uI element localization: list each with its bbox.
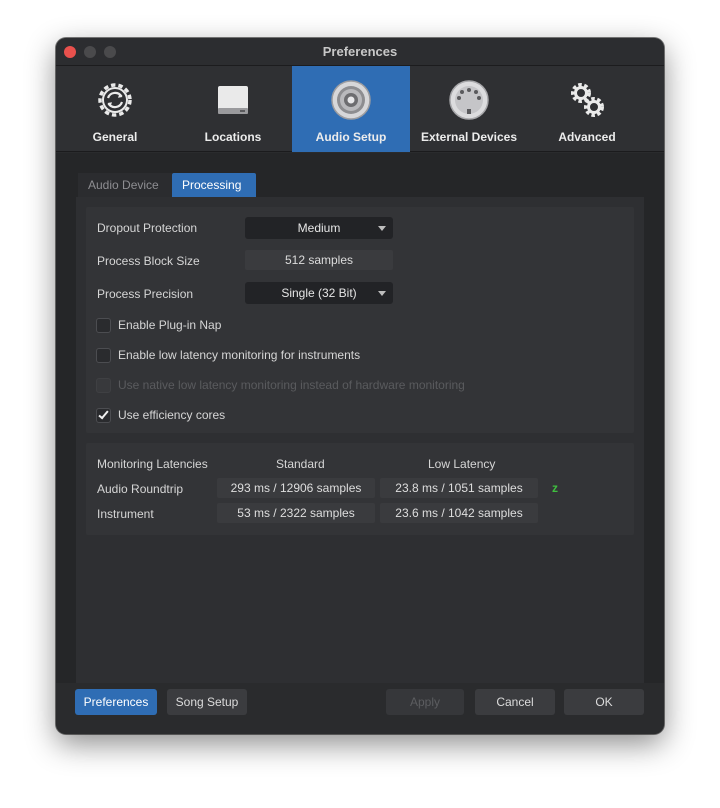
apply-button: Apply — [386, 689, 464, 715]
process-precision-value: Single (32 Bit) — [281, 286, 357, 300]
audio-setup-content: Audio Device Processing Dropout Protecti… — [56, 153, 664, 683]
speaker-icon — [331, 80, 371, 120]
native-low-latency-label: Use native low latency monitoring instea… — [118, 378, 465, 392]
checkbox-box[interactable] — [96, 408, 111, 423]
gears-icon — [571, 83, 604, 117]
preferences-button[interactable]: Preferences — [75, 689, 157, 715]
audio-roundtrip-low: 23.8 ms / 1051 samples — [380, 478, 538, 498]
processing-panel: Dropout Protection Medium Process Block … — [76, 197, 644, 683]
chevron-down-icon — [378, 291, 386, 296]
checkbox-box — [96, 378, 111, 393]
toolbar-label-advanced: Advanced — [558, 130, 616, 144]
toolbar-item-advanced[interactable]: Advanced — [528, 66, 646, 152]
chevron-down-icon — [378, 226, 386, 231]
instrument-standard: 53 ms / 2322 samples — [217, 503, 375, 523]
instrument-label: Instrument — [97, 507, 154, 521]
checkbox-box[interactable] — [96, 318, 111, 333]
process-precision-select[interactable]: Single (32 Bit) — [245, 282, 393, 304]
audio-roundtrip-standard: 293 ms / 12906 samples — [217, 478, 375, 498]
song-setup-button[interactable]: Song Setup — [167, 689, 247, 715]
subtab-audio-device[interactable]: Audio Device — [78, 173, 172, 197]
cancel-button[interactable]: Cancel — [475, 689, 555, 715]
low-latency-instruments-checkbox[interactable]: Enable low latency monitoring for instru… — [96, 347, 516, 365]
toolbar-label-audio-setup: Audio Setup — [315, 130, 387, 144]
dropout-protection-label: Dropout Protection — [97, 221, 198, 235]
native-low-latency-checkbox: Use native low latency monitoring instea… — [96, 377, 576, 395]
gear-sync-icon — [98, 83, 132, 117]
footer-bar: Preferences Song Setup Apply Cancel OK — [56, 683, 664, 734]
title-bar: Preferences — [56, 38, 664, 66]
monitoring-latencies-group: Monitoring Latencies Standard Low Latenc… — [86, 443, 634, 535]
checkbox-box[interactable] — [96, 348, 111, 363]
preferences-toolbar: General Locations Audio Setup External D… — [56, 66, 664, 152]
low-latency-column-header: Low Latency — [428, 457, 496, 471]
dropout-protection-select[interactable]: Medium — [245, 217, 393, 239]
preferences-window: Preferences General Locations Audio Setu… — [56, 38, 664, 734]
process-precision-label: Process Precision — [97, 287, 194, 301]
ok-button[interactable]: OK — [564, 689, 644, 715]
audio-roundtrip-label: Audio Roundtrip — [97, 482, 184, 496]
toolbar-item-general[interactable]: General — [56, 66, 174, 152]
enable-plugin-nap-label: Enable Plug-in Nap — [118, 318, 222, 332]
toolbar-item-locations[interactable]: Locations — [174, 66, 292, 152]
dropout-protection-value: Medium — [297, 221, 341, 235]
enable-plugin-nap-checkbox[interactable]: Enable Plug-in Nap — [96, 317, 396, 335]
toolbar-label-locations: Locations — [204, 130, 262, 144]
toolbar-item-external-devices[interactable]: External Devices — [410, 66, 528, 152]
efficiency-cores-label: Use efficiency cores — [118, 408, 226, 422]
process-block-size-label: Process Block Size — [97, 254, 200, 268]
monitoring-latencies-title: Monitoring Latencies — [97, 457, 208, 471]
toolbar-label-general: General — [92, 130, 138, 144]
toolbar-item-audio-setup[interactable]: Audio Setup — [292, 66, 410, 152]
checkmark-icon — [98, 408, 109, 420]
drive-icon — [218, 86, 248, 114]
processing-settings-group: Dropout Protection Medium Process Block … — [86, 207, 634, 433]
low-latency-instruments-label: Enable low latency monitoring for instru… — [118, 348, 361, 362]
standard-column-header: Standard — [276, 457, 325, 471]
instrument-low: 23.6 ms / 1042 samples — [380, 503, 538, 523]
process-block-size-value: 512 samples — [245, 250, 393, 270]
link-icon: z — [552, 481, 558, 495]
window-title: Preferences — [322, 44, 398, 59]
efficiency-cores-checkbox[interactable]: Use efficiency cores — [96, 407, 396, 425]
midi-port-icon — [449, 80, 489, 120]
subtab-processing[interactable]: Processing — [172, 173, 256, 197]
toolbar-label-external-devices: External Devices — [420, 130, 518, 144]
